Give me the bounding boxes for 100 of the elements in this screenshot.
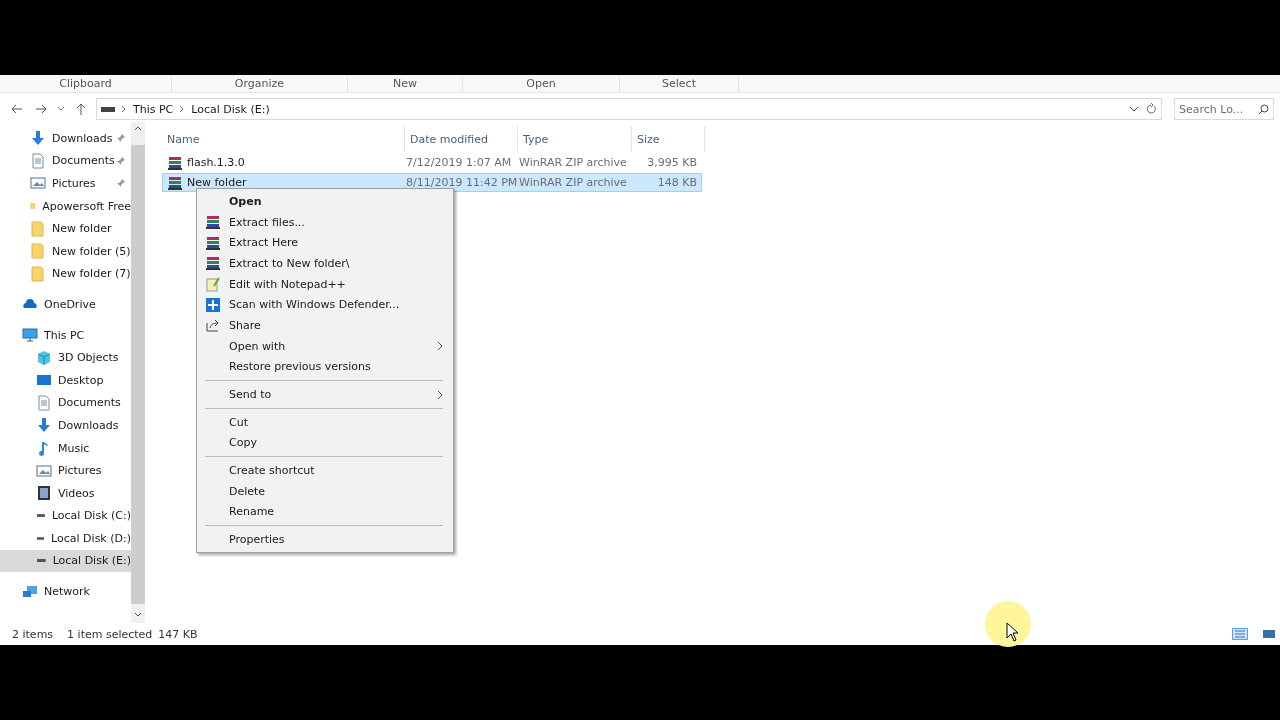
nav-item[interactable]: Downloads	[0, 127, 131, 150]
menu-item[interactable]: Open	[197, 191, 453, 212]
folder-icon	[30, 265, 46, 282]
menu-item[interactable]: Open with	[197, 335, 453, 357]
column-header[interactable]: Date modified	[405, 126, 518, 152]
search-icon	[1258, 103, 1269, 115]
file-type: WinRAR ZIP archive	[519, 156, 627, 169]
scroll-up-icon[interactable]	[134, 125, 142, 131]
column-header[interactable]: Name	[162, 126, 405, 152]
nav-item[interactable]: Pictures	[0, 172, 131, 195]
menu-item[interactable]: Share	[197, 315, 453, 336]
chevron-icon	[179, 105, 186, 113]
picture-icon	[36, 462, 52, 479]
item-count: 2 items	[12, 627, 54, 641]
breadcrumb[interactable]: This PC	[133, 102, 174, 116]
pin-icon	[116, 178, 126, 189]
menu-item[interactable]: Cut	[197, 411, 453, 433]
chevron-down-icon[interactable]	[1129, 105, 1139, 113]
file-name: flash.1.3.0	[187, 156, 245, 169]
nav-item[interactable]: Pictures	[0, 459, 131, 482]
chevron-icon	[121, 105, 127, 113]
scroll-down-icon[interactable]	[134, 612, 142, 618]
archive-books-icon	[205, 255, 221, 272]
menu-item[interactable]: Extract to New folder\	[197, 253, 453, 274]
search-field[interactable]: Search Lo...	[1174, 98, 1274, 120]
column-header[interactable]: Size	[632, 126, 705, 152]
archive-books-icon	[167, 174, 183, 191]
folder-icon	[30, 220, 46, 237]
nav-item[interactable]: OneDrive	[0, 293, 131, 316]
file-row[interactable]: New folder 8/11/2019 11:42 PM WinRAR ZIP archive 148 KB	[162, 173, 702, 192]
nav-item[interactable]: Music	[0, 436, 131, 460]
nav-item[interactable]: New folder (7)	[0, 262, 131, 286]
scrollbar-thumb[interactable]	[131, 145, 145, 604]
large-icons-view-icon[interactable]	[1262, 628, 1276, 640]
down-arrow-icon	[36, 417, 52, 434]
ribbon-group-label: Select	[662, 77, 696, 90]
menu-item[interactable]: Extract Here	[197, 232, 453, 254]
nav-item[interactable]: Desktop	[0, 368, 131, 392]
file-type: WinRAR ZIP archive	[519, 176, 627, 189]
ribbon-group-label: New	[393, 77, 417, 90]
document-icon	[30, 152, 46, 169]
nav-item[interactable]: Downloads	[0, 414, 131, 437]
menu-item[interactable]: Rename	[197, 501, 453, 523]
column-header[interactable]: Type	[518, 126, 632, 152]
nav-item[interactable]: Documents	[0, 149, 131, 173]
drive-icon	[101, 106, 115, 112]
pin-icon	[116, 133, 126, 144]
forward-arrow-icon	[35, 104, 47, 114]
monitor-icon	[22, 327, 38, 344]
file-size: 148 KB	[657, 176, 697, 189]
address-bar[interactable]: This PC Local Disk (E:)	[96, 98, 1162, 120]
up-arrow-icon	[76, 103, 86, 115]
picture-icon	[30, 175, 46, 192]
film-icon	[36, 485, 52, 502]
pin-icon	[116, 155, 126, 166]
menu-item[interactable]: Delete	[197, 480, 453, 502]
back-arrow-icon	[11, 104, 23, 114]
drive-icon	[37, 535, 45, 541]
archive-books-icon	[205, 214, 221, 231]
menu-item[interactable]: Properties	[197, 529, 453, 550]
selection-info: 1 item selected	[67, 627, 153, 641]
drive-icon	[37, 558, 46, 564]
cube-icon	[36, 349, 52, 366]
menu-item[interactable]: Create shortcut	[197, 460, 453, 481]
nav-item[interactable]: 3D Objects	[0, 346, 131, 369]
folder-icon	[30, 243, 46, 260]
ribbon-group-label: Organize	[234, 77, 285, 90]
ribbon-group-label: Clipboard	[59, 77, 112, 90]
nav-item[interactable]: Apowersoft Free	[0, 194, 131, 218]
menu-item[interactable]: Restore previous versions	[197, 356, 453, 378]
archive-books-icon	[167, 154, 183, 171]
notepad-icon	[205, 276, 221, 293]
date-modified: 7/12/2019 1:07 AM	[406, 156, 512, 169]
menu-item[interactable]: Send to	[197, 384, 453, 405]
menu-item[interactable]: Edit with Notepad++	[197, 273, 453, 295]
menu-item[interactable]: Extract files...	[197, 211, 453, 233]
document-icon	[36, 394, 52, 411]
refresh-icon[interactable]	[1145, 103, 1157, 115]
nav-item[interactable]: Local Disk (D:)	[0, 527, 131, 550]
breadcrumb[interactable]: Local Disk (E:)	[191, 102, 270, 116]
ribbon-group-label: Open	[526, 77, 556, 90]
nav-item[interactable]: Local Disk (E:)	[0, 549, 131, 573]
nav-item[interactable]: This PC	[0, 323, 131, 347]
shield-icon	[205, 296, 221, 313]
menu-item[interactable]: Copy	[197, 432, 453, 454]
menu-item[interactable]: Scan with Windows Defender...	[197, 294, 453, 316]
date-modified: 8/11/2019 11:42 PM	[406, 176, 518, 189]
nav-item[interactable]: Local Disk (C:)	[0, 504, 131, 528]
nav-item[interactable]: New folder	[0, 217, 131, 240]
nav-item[interactable]: Videos	[0, 481, 131, 505]
down-arrow-icon	[30, 130, 46, 147]
nav-item[interactable]: Network	[0, 580, 131, 603]
network-icon	[22, 583, 38, 600]
chevron-down-icon	[57, 106, 65, 112]
archive-books-icon	[205, 234, 221, 251]
file-name: New folder	[187, 176, 247, 189]
selection-size: 147 KB	[158, 627, 198, 641]
nav-item[interactable]: New folder (5)	[0, 239, 131, 263]
file-row[interactable]: flash.1.3.0 7/12/2019 1:07 AM WinRAR ZIP archive 3,995 KB	[162, 153, 702, 172]
nav-item[interactable]: Documents	[0, 391, 131, 415]
